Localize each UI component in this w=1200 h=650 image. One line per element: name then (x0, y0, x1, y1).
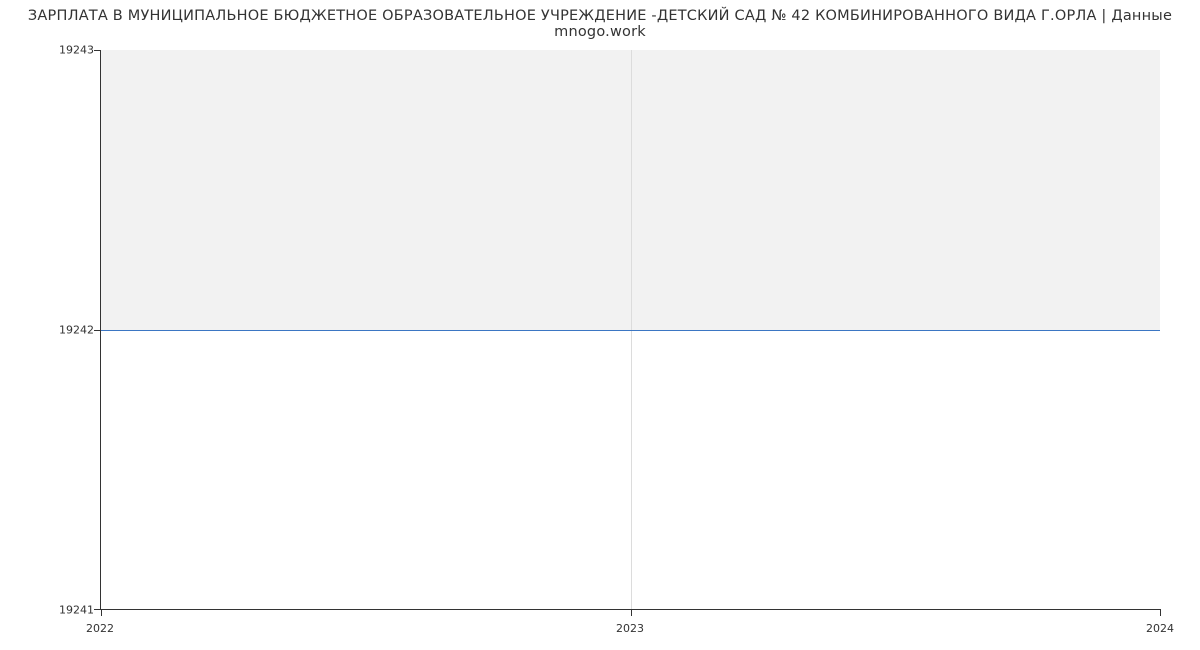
xtick-2024 (1160, 609, 1161, 616)
xtick-2023 (631, 609, 632, 616)
xtick-label-2023: 2023 (616, 622, 644, 635)
xtick-label-2022: 2022 (86, 622, 114, 635)
ytick-label-19243: 19243 (50, 44, 94, 57)
plot-area (100, 50, 1160, 610)
ytick-19242 (94, 330, 101, 331)
chart-container: ЗАРПЛАТА В МУНИЦИПАЛЬНОЕ БЮДЖЕТНОЕ ОБРАЗ… (0, 0, 1200, 650)
ytick-label-19241: 19241 (50, 604, 94, 617)
chart-title: ЗАРПЛАТА В МУНИЦИПАЛЬНОЕ БЮДЖЕТНОЕ ОБРАЗ… (0, 8, 1200, 40)
ytick-label-19242: 19242 (50, 324, 94, 337)
xtick-label-2024: 2024 (1146, 622, 1174, 635)
ytick-19241 (94, 609, 101, 610)
data-line (101, 330, 1160, 331)
xtick-2022 (101, 609, 102, 616)
ytick-19243 (94, 50, 101, 51)
